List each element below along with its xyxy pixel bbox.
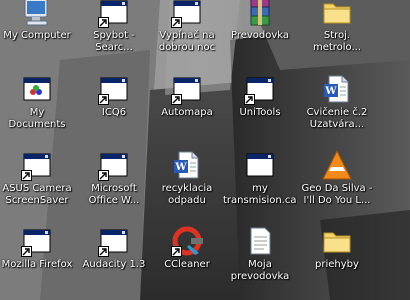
svg-text:W: W (174, 162, 187, 173)
desktop-icon[interactable]: Automapa (150, 73, 224, 129)
desktop-icon[interactable]: CCleaner (150, 225, 224, 281)
desktop-icon-label: Prevodovka (230, 30, 290, 41)
desktop-icon[interactable]: priehyby (300, 225, 374, 281)
desktop-icon-label: Stroj. metrolo... (312, 30, 362, 52)
word-icon: W (321, 73, 353, 105)
desktop-icon[interactable]: Microsoft Office W... (77, 149, 151, 205)
app-icon (98, 225, 130, 257)
desktop-icon[interactable]: Wrecyklacia odpadu (150, 149, 224, 205)
app-icon (98, 0, 130, 28)
app-icon (171, 0, 203, 28)
desktop-icon[interactable]: ASUS Camera ScreenSaver (0, 149, 74, 205)
word-icon: W (171, 149, 203, 181)
shortcut-arrow-icon (98, 246, 109, 257)
shortcut-arrow-icon (21, 170, 32, 181)
desktop-icon[interactable]: my transmision.cal (223, 149, 297, 205)
desktop-icon-label: priehyby (315, 259, 359, 270)
app-icon (171, 73, 203, 105)
app-icon (244, 149, 276, 181)
folder-icon (321, 0, 353, 28)
app-icon (21, 149, 53, 181)
desktop-icon[interactable]: Stroj. metrolo... (300, 0, 374, 52)
shortcut-arrow-icon (98, 94, 109, 105)
desktop-icon[interactable]: UniTools (223, 73, 297, 129)
vlc-icon (321, 149, 353, 181)
desktop-icon-label: Cvičenie č.2 Uzatvára... (306, 107, 368, 129)
app-icon (244, 73, 276, 105)
desktop-icon[interactable]: My Computer (0, 0, 74, 52)
shortcut-arrow-icon (171, 246, 182, 257)
desktop-icon-label: CCleaner (164, 259, 210, 270)
desktop-icon[interactable]: Geo Da Silva - I'll Do You L... (300, 149, 374, 205)
computer-icon (21, 0, 53, 28)
shortcut-arrow-icon (244, 94, 255, 105)
desktop-icon[interactable]: My Documents (0, 73, 74, 129)
desktop-icon-label: recyklacia odpadu (161, 183, 213, 205)
desktop-icon[interactable]: Audacity 1.3 (77, 225, 151, 281)
shortcut-arrow-icon (98, 17, 109, 28)
desktop-icon-label: Microsoft Office W... (88, 183, 140, 205)
desktop-icon[interactable]: W Cvičenie č.2 Uzatvára... (300, 73, 374, 129)
textdoc-icon (244, 225, 276, 257)
desktop-icon-label: my transmision.cal (223, 183, 297, 205)
desktop-icon-label: Vypínač na dobrou noc (158, 30, 216, 52)
desktop-icon-label: My Computer (3, 30, 71, 41)
desktop-icon-label: Mozilla Firefox (1, 259, 73, 270)
shortcut-arrow-icon (21, 246, 32, 257)
desktop-icon[interactable]: Vypínač na dobrou noc (150, 0, 224, 52)
svg-text:W: W (324, 86, 337, 97)
desktop-icon-label: Automapa (161, 107, 213, 118)
desktop-icon-label: Moja prevodovka (230, 259, 290, 281)
desktop-icon-label: My Documents (8, 107, 66, 129)
app-icon (21, 225, 53, 257)
desktop-icon[interactable]: ICQ6 (77, 73, 151, 129)
desktop-icon[interactable]: Prevodovka (223, 0, 297, 52)
mydocs-icon (21, 73, 53, 105)
winrar-icon (244, 0, 276, 28)
app-icon (98, 149, 130, 181)
desktop-icon-label: Audacity 1.3 (82, 259, 146, 270)
desktop-icon[interactable]: Spybot - Searc... (77, 0, 151, 52)
desktop-icon-label: Geo Da Silva - I'll Do You L... (301, 183, 373, 205)
desktop-icon-label: ASUS Camera ScreenSaver (2, 183, 72, 205)
desktop-icon-label: Spybot - Searc... (93, 30, 135, 52)
ccleaner-icon (171, 225, 203, 257)
desktop-icon-label: ICQ6 (101, 107, 127, 118)
shortcut-arrow-icon (171, 17, 182, 28)
app-icon (98, 73, 130, 105)
desktop-icon[interactable]: Moja prevodovka (223, 225, 297, 281)
desktop-icon-label: UniTools (239, 107, 281, 118)
folder-icon (321, 225, 353, 257)
shortcut-arrow-icon (171, 94, 182, 105)
shortcut-arrow-icon (98, 170, 109, 181)
desktop-icon[interactable]: Mozilla Firefox (0, 225, 74, 281)
